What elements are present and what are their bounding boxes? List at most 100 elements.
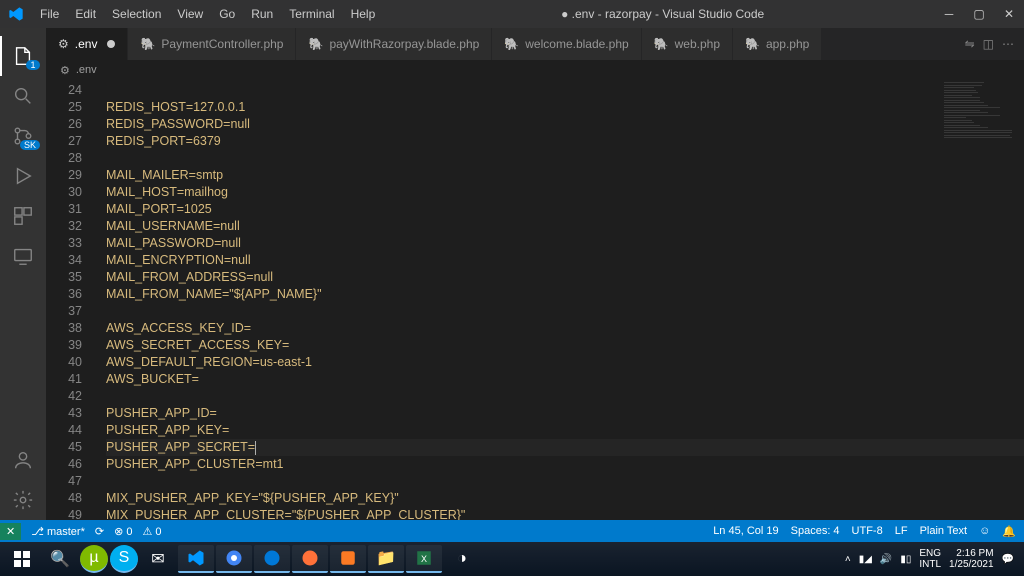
battery-icon[interactable]: ▮▯ — [900, 554, 911, 565]
clock[interactable]: 2:16 PM1/25/2021 — [949, 548, 994, 570]
code-line[interactable] — [106, 388, 1024, 405]
encoding[interactable]: UTF-8 — [852, 525, 883, 537]
compare-changes-icon[interactable]: ⇋ — [965, 37, 975, 51]
minimize-button[interactable]: ─ — [942, 7, 956, 21]
excel-icon[interactable]: X — [406, 545, 442, 573]
code-line[interactable]: MAIL_PORT=1025 — [106, 201, 1024, 218]
skype-icon[interactable]: S — [110, 545, 138, 573]
xampp-icon[interactable] — [330, 545, 366, 573]
vscode-taskbar-icon[interactable] — [178, 545, 214, 573]
code-line[interactable]: MAIL_HOST=mailhog — [106, 184, 1024, 201]
code-line[interactable] — [106, 82, 1024, 99]
close-button[interactable]: ✕ — [1002, 7, 1016, 21]
tab-label: app.php — [766, 37, 809, 51]
code-line[interactable]: MAIL_ENCRYPTION=null — [106, 252, 1024, 269]
code-line[interactable]: PUSHER_APP_CLUSTER=mt1 — [106, 456, 1024, 473]
menu-view[interactable]: View — [169, 3, 211, 25]
more-actions-icon[interactable]: ⋯ — [1002, 37, 1014, 51]
feedback-icon[interactable]: ☺ — [979, 525, 990, 537]
activity-bar: 1 SK — [0, 28, 46, 520]
run-debug-icon[interactable] — [0, 156, 46, 196]
remote-indicator[interactable]: ✕ — [0, 523, 21, 540]
split-editor-icon[interactable]: ◫ — [983, 37, 994, 51]
breadcrumbs[interactable]: ⚙ .env — [46, 60, 1024, 80]
maximize-button[interactable]: ▢ — [972, 7, 986, 21]
network-icon[interactable]: ▮◢ — [859, 554, 872, 565]
menu-edit[interactable]: Edit — [67, 3, 104, 25]
chrome-icon[interactable] — [216, 545, 252, 573]
code-line[interactable]: PUSHER_APP_ID= — [106, 405, 1024, 422]
menu-run[interactable]: Run — [243, 3, 281, 25]
accounts-icon[interactable] — [0, 440, 46, 480]
language-indicator[interactable]: ENG INTL — [919, 548, 941, 570]
code-line[interactable]: REDIS_PASSWORD=null — [106, 116, 1024, 133]
breadcrumb-label: .env — [76, 64, 97, 76]
tab--env[interactable]: ⚙.env — [46, 28, 128, 60]
settings-gear-icon[interactable] — [0, 480, 46, 520]
code-line[interactable]: AWS_SECRET_ACCESS_KEY= — [106, 337, 1024, 354]
explorer-icon[interactable]: 1 — [0, 36, 46, 76]
notifications-icon[interactable]: 🔔 — [1002, 525, 1016, 538]
code-line[interactable] — [106, 303, 1024, 320]
code-line[interactable]: MAIL_PASSWORD=null — [106, 235, 1024, 252]
code-line[interactable]: AWS_ACCESS_KEY_ID= — [106, 320, 1024, 337]
problems-warnings[interactable]: ⚠ 0 — [142, 525, 161, 538]
source-control-icon[interactable]: SK — [0, 116, 46, 156]
tab-app-php[interactable]: 🐘app.php — [733, 28, 822, 60]
search-button[interactable]: 🔍 — [42, 545, 78, 573]
tab-welcome-blade-php[interactable]: 🐘welcome.blade.php — [492, 28, 641, 60]
code-line[interactable]: REDIS_HOST=127.0.0.1 — [106, 99, 1024, 116]
search-icon[interactable] — [0, 76, 46, 116]
utorrent-icon[interactable]: µ — [80, 545, 108, 573]
line-gutter: 2425262728293031323334353637383940414243… — [46, 80, 96, 520]
firefox-icon[interactable] — [292, 545, 328, 573]
breadcrumb-icon: ⚙ — [60, 64, 70, 77]
git-branch[interactable]: ⎇ master* — [31, 525, 85, 538]
eol[interactable]: LF — [895, 525, 908, 537]
cursor-position[interactable]: Ln 45, Col 19 — [713, 525, 778, 537]
tab-PaymentController-php[interactable]: 🐘PaymentController.php — [128, 28, 296, 60]
code-line[interactable]: AWS_BUCKET= — [106, 371, 1024, 388]
menu-bar: FileEditSelectionViewGoRunTerminalHelp — [32, 3, 383, 25]
code-line[interactable] — [106, 473, 1024, 490]
edge-icon[interactable] — [254, 545, 290, 573]
tray-chevron-icon[interactable]: ˄ — [845, 554, 851, 565]
code-line[interactable]: MAIL_MAILER=smtp — [106, 167, 1024, 184]
menu-file[interactable]: File — [32, 3, 67, 25]
file-icon: 🐘 — [654, 37, 669, 51]
code-line[interactable]: MAIL_FROM_NAME="${APP_NAME}" — [106, 286, 1024, 303]
start-button[interactable] — [4, 545, 40, 573]
code-line[interactable]: MAIL_USERNAME=null — [106, 218, 1024, 235]
code-content[interactable]: REDIS_HOST=127.0.0.1REDIS_PASSWORD=nullR… — [96, 80, 1024, 520]
code-line[interactable]: MIX_PUSHER_APP_KEY="${PUSHER_APP_KEY}" — [106, 490, 1024, 507]
mail-icon[interactable]: ✉ — [140, 545, 176, 573]
code-line[interactable]: PUSHER_APP_SECRET= — [106, 439, 1024, 456]
app-icon[interactable]: ◑ — [444, 545, 480, 573]
system-tray[interactable]: ˄ ▮◢ 🔊 ▮▯ ENG INTL 2:16 PM1/25/2021 💬 — [845, 548, 1020, 570]
tab-label: web.php — [675, 37, 720, 51]
code-line[interactable]: PUSHER_APP_KEY= — [106, 422, 1024, 439]
code-line[interactable]: MIX_PUSHER_APP_CLUSTER="${PUSHER_APP_CLU… — [106, 507, 1024, 520]
volume-icon[interactable]: 🔊 — [880, 554, 892, 565]
tab-web-php[interactable]: 🐘 web.php — [642, 28, 733, 60]
minimap[interactable]: ▬▬▬▬▬▬▬▬▬▬▬▬▬▬▬▬▬▬▬▬▬▬▬▬▬▬▬▬▬▬▬▬▬▬▬▬▬▬▬▬… — [942, 80, 1012, 300]
menu-selection[interactable]: Selection — [104, 3, 169, 25]
menu-terminal[interactable]: Terminal — [281, 3, 342, 25]
text-editor[interactable]: 2425262728293031323334353637383940414243… — [46, 80, 1024, 520]
problems-errors[interactable]: ⊗ 0 — [114, 525, 132, 538]
remote-explorer-icon[interactable] — [0, 236, 46, 276]
code-line[interactable]: REDIS_PORT=6379 — [106, 133, 1024, 150]
code-line[interactable] — [106, 150, 1024, 167]
git-sync-icon[interactable]: ⟳ — [95, 525, 104, 538]
tab-payWithRazorpay-blade-php[interactable]: 🐘payWithRazorpay.blade.php — [296, 28, 492, 60]
status-bar: ✕ ⎇ master* ⟳ ⊗ 0 ⚠ 0 Ln 45, Col 19 Spac… — [0, 520, 1024, 542]
action-center-icon[interactable]: 💬 — [1002, 554, 1014, 565]
language-mode[interactable]: Plain Text — [920, 525, 968, 537]
code-line[interactable]: AWS_DEFAULT_REGION=us-east-1 — [106, 354, 1024, 371]
extensions-icon[interactable] — [0, 196, 46, 236]
menu-help[interactable]: Help — [343, 3, 384, 25]
indentation[interactable]: Spaces: 4 — [791, 525, 840, 537]
code-line[interactable]: MAIL_FROM_ADDRESS=null — [106, 269, 1024, 286]
menu-go[interactable]: Go — [211, 3, 243, 25]
file-explorer-icon[interactable]: 📁 — [368, 545, 404, 573]
